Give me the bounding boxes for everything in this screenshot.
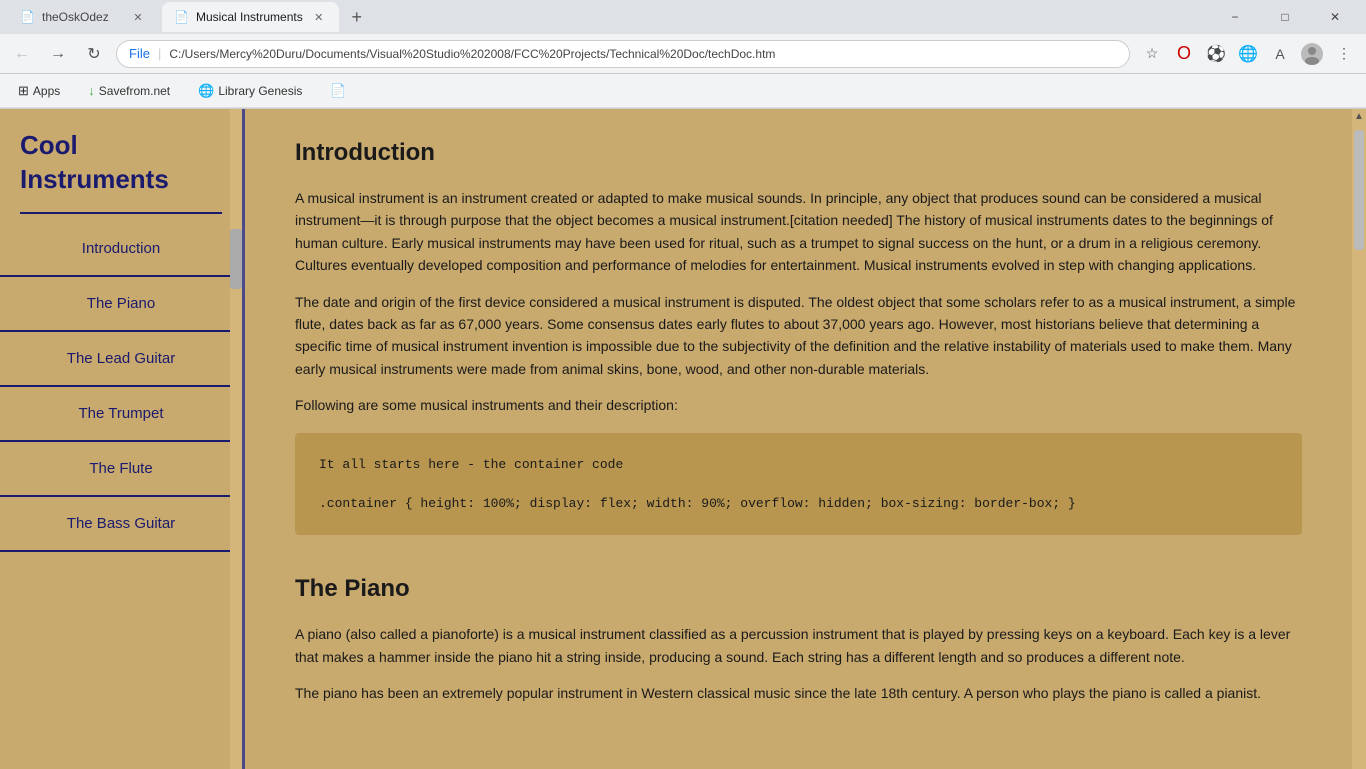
new-tab-button[interactable]: + (343, 3, 371, 31)
sidebar-item-introduction[interactable]: Introduction (0, 222, 242, 277)
avatar-icon[interactable] (1298, 40, 1326, 68)
menu-icon[interactable]: ⋮ (1330, 40, 1358, 68)
address-bar: ← → ↻ File | C:/Users/Mercy%20Duru/Docum… (0, 34, 1366, 74)
sidebar-item-bass-guitar[interactable]: The Bass Guitar (0, 497, 242, 552)
code-block-intro: It all starts here - the container code … (295, 433, 1302, 536)
section-piano: The Piano A piano (also called a pianofo… (295, 575, 1302, 704)
sidebar: Cool Instruments Introduction The Piano … (0, 109, 245, 769)
url-bar[interactable]: File | C:/Users/Mercy%20Duru/Documents/V… (116, 40, 1130, 68)
bookmark-star-icon[interactable]: ☆ (1138, 40, 1166, 68)
sidebar-scroll-thumb[interactable] (230, 229, 242, 289)
tab-label-1: theOskOdez (42, 10, 109, 24)
nav-item-label-introduction: Introduction (82, 240, 160, 257)
browser-chrome: 📄 theOskOdez ✕ 📄 Musical Instruments ✕ +… (0, 0, 1366, 109)
sidebar-item-piano[interactable]: The Piano (0, 277, 242, 332)
tab-close-2[interactable]: ✕ (311, 9, 327, 25)
url-text: C:/Users/Mercy%20Duru/Documents/Visual%2… (169, 47, 775, 61)
section-para-piano-1: A piano (also called a pianoforte) is a … (295, 623, 1302, 668)
tab-label-2: Musical Instruments (196, 10, 303, 24)
bookmark-library-genesis-label: Library Genesis (218, 84, 302, 98)
ext3-icon[interactable]: A (1266, 40, 1294, 68)
back-button[interactable]: ← (8, 40, 36, 68)
code-line-2: .container { height: 100%; display: flex… (319, 492, 1278, 515)
sidebar-scrollbar[interactable] (230, 109, 242, 769)
tab-icon-2: 📄 (174, 10, 188, 24)
reload-button[interactable]: ↻ (80, 40, 108, 68)
sidebar-item-trumpet[interactable]: The Trumpet (0, 387, 242, 442)
close-button[interactable]: ✕ (1312, 0, 1358, 34)
url-protocol: File (129, 46, 150, 61)
bookmark-apps[interactable]: ⊞ Apps (12, 79, 66, 103)
bookmark-file[interactable]: 📄 (324, 79, 352, 103)
maximize-button[interactable]: □ (1262, 0, 1308, 34)
apps-icon: ⊞ (18, 83, 29, 99)
window-controls: − □ ✕ (1212, 0, 1358, 34)
section-para-intro-1: A musical instrument is an instrument cr… (295, 187, 1302, 277)
content-scroll-thumb[interactable] (1354, 130, 1364, 250)
section-para-piano-2: The piano has been an extremely popular … (295, 682, 1302, 704)
bookmarks-bar: ⊞ Apps ↓ Savefrom.net 🌐 Library Genesis … (0, 74, 1366, 108)
bookmark-library-genesis[interactable]: 🌐 Library Genesis (192, 79, 308, 103)
code-line-1: It all starts here - the container code (319, 453, 1278, 476)
nav-item-label-lead-guitar: The Lead Guitar (67, 350, 175, 367)
sidebar-nav: Introduction The Piano The Lead Guitar T… (0, 214, 242, 560)
section-title-introduction: Introduction (295, 139, 1302, 167)
nav-item-label-bass-guitar: The Bass Guitar (67, 515, 175, 532)
bookmark-savefrom-label: Savefrom.net (99, 84, 170, 98)
bookmark-apps-label: Apps (33, 84, 60, 98)
tab-icon-1: 📄 (20, 10, 34, 24)
forward-button[interactable]: → (44, 40, 72, 68)
main-content: Introduction A musical instrument is an … (245, 109, 1352, 769)
ext1-icon[interactable]: ⚽ (1202, 40, 1230, 68)
url-separator: | (158, 46, 161, 61)
minimize-button[interactable]: − (1212, 0, 1258, 34)
toolbar-icons: ☆ O ⚽ 🌐 A ⋮ (1138, 40, 1358, 68)
section-introduction: Introduction A musical instrument is an … (295, 139, 1302, 535)
section-para-intro-2: The date and origin of the first device … (295, 291, 1302, 381)
savefrom-icon: ↓ (88, 83, 95, 98)
nav-item-label-trumpet: The Trumpet (78, 405, 163, 422)
file-icon: 📄 (330, 83, 346, 99)
section-para-intro-3: Following are some musical instruments a… (295, 394, 1302, 416)
nav-item-label-piano: The Piano (87, 295, 155, 312)
title-bar: 📄 theOskOdez ✕ 📄 Musical Instruments ✕ +… (0, 0, 1366, 34)
page-container: Cool Instruments Introduction The Piano … (0, 109, 1366, 769)
nav-item-label-flute: The Flute (89, 460, 152, 477)
opera-icon[interactable]: O (1170, 40, 1198, 68)
sidebar-title: Cool Instruments (0, 109, 242, 212)
bookmark-savefrom[interactable]: ↓ Savefrom.net (82, 79, 176, 102)
tab-musical-instruments[interactable]: 📄 Musical Instruments ✕ (162, 2, 339, 32)
tab-close-1[interactable]: ✕ (130, 9, 146, 25)
section-title-piano: The Piano (295, 575, 1302, 603)
ext2-icon[interactable]: 🌐 (1234, 40, 1262, 68)
tab-theoscodez[interactable]: 📄 theOskOdez ✕ (8, 2, 158, 32)
sidebar-item-lead-guitar[interactable]: The Lead Guitar (0, 332, 242, 387)
content-scrollbar[interactable]: ▲ (1352, 109, 1366, 769)
library-genesis-icon: 🌐 (198, 83, 214, 99)
scroll-up-arrow[interactable]: ▲ (1354, 111, 1364, 122)
sidebar-item-flute[interactable]: The Flute (0, 442, 242, 497)
